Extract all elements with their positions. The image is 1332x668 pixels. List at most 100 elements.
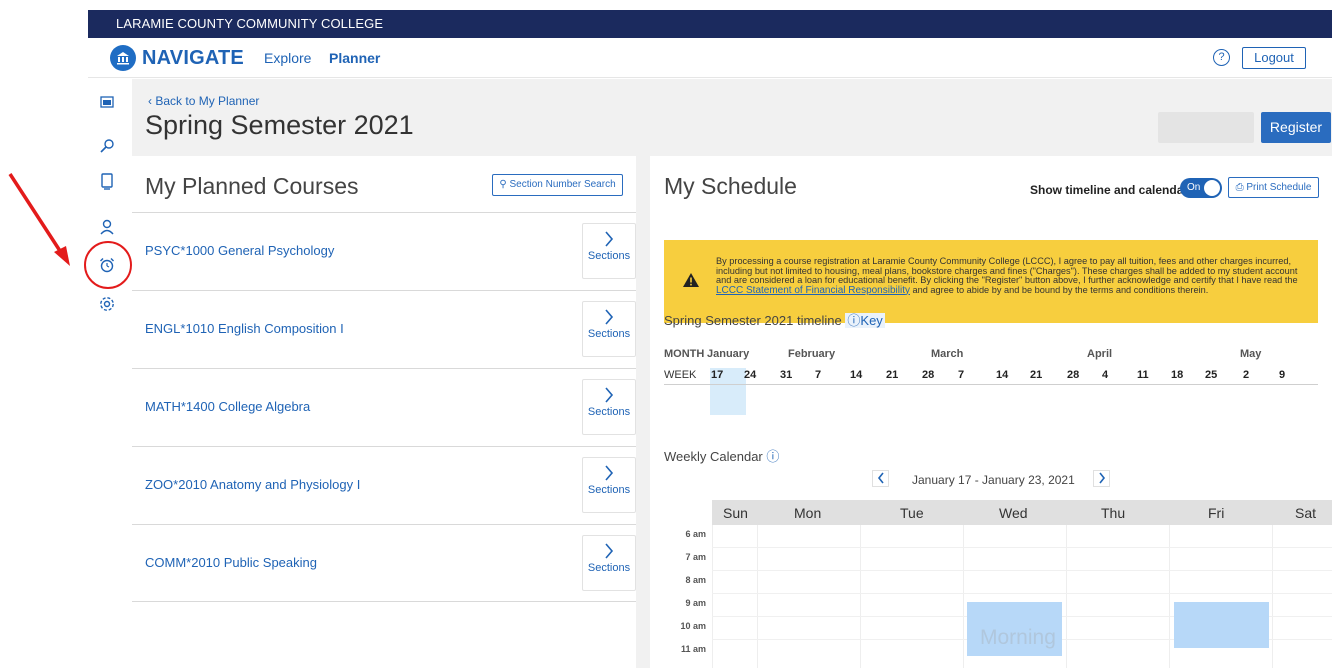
sections-label: Sections: [587, 406, 631, 418]
course-name[interactable]: COMM*2010 Public Speaking: [145, 555, 317, 570]
timeline-week: 4: [1102, 369, 1109, 381]
timeline-title-text: Spring Semester 2021 timeline: [664, 313, 842, 328]
timeline-toggle[interactable]: On: [1180, 178, 1222, 198]
chevron-right-icon: [605, 465, 614, 481]
sections-label: Sections: [587, 484, 631, 496]
register-button[interactable]: Register: [1261, 112, 1331, 143]
sections-label: Sections: [587, 250, 631, 262]
chevron-left-icon: [877, 472, 884, 484]
course-row: ENGL*1010 English Composition I Sections: [132, 290, 636, 368]
sections-button[interactable]: Sections: [582, 379, 636, 435]
print-schedule-button[interactable]: ⎙ Print Schedule: [1228, 177, 1319, 198]
timeline-key-link[interactable]: ⓘKey: [845, 313, 885, 328]
timeline-month: February: [788, 348, 836, 360]
timeline-month: March: [931, 348, 964, 360]
gear-icon[interactable]: [96, 293, 118, 315]
sections-label: Sections: [587, 562, 631, 574]
day-header: Thu: [1101, 505, 1126, 521]
course-name[interactable]: MATH*1400 College Algebra: [145, 399, 310, 414]
timeline-week: 31: [780, 369, 793, 381]
day-header: Fri: [1208, 505, 1225, 521]
toggle-knob: [1204, 180, 1220, 196]
timeline-week: 21: [1030, 369, 1043, 381]
app-name: NAVIGATE: [142, 46, 244, 69]
course-name[interactable]: PSYC*1000 General Psychology: [145, 243, 334, 258]
course-row: PSYC*1000 General Psychology Sections: [132, 212, 636, 290]
section-search-label: Section Number Search: [509, 179, 616, 190]
course-row: MATH*1400 College Algebra Sections: [132, 368, 636, 446]
sections-button[interactable]: Sections: [582, 301, 636, 357]
day-header: Tue: [900, 505, 924, 521]
sections-button[interactable]: Sections: [582, 223, 636, 279]
print-schedule-label: Print Schedule: [1246, 182, 1312, 193]
logout-button[interactable]: Logout: [1242, 47, 1306, 69]
course-row: COMM*2010 Public Speaking Sections: [132, 524, 636, 602]
planned-courses-panel: My Planned Courses ⚲ Section Number Sear…: [132, 156, 636, 668]
nav-planner[interactable]: Planner: [329, 50, 380, 66]
timeline-week: 28: [1067, 369, 1080, 381]
help-icon: ⓘ: [847, 313, 861, 328]
chevron-right-icon: [605, 387, 614, 403]
hour-label: 7 am: [685, 552, 706, 562]
timeline-week: 18: [1171, 369, 1184, 381]
sections-label: Sections: [587, 328, 631, 340]
timeline-week: 25: [1205, 369, 1218, 381]
sections-button[interactable]: Sections: [582, 535, 636, 591]
key-label: Key: [860, 313, 883, 328]
annotation-circle: [84, 241, 132, 289]
left-sidebar: [88, 79, 132, 668]
timeline-week: 28: [922, 369, 935, 381]
timeline-week: 11: [1137, 369, 1149, 381]
week-row-label: WEEK: [664, 369, 697, 381]
help-icon[interactable]: ?: [1213, 49, 1230, 66]
chevron-left-icon: ‹: [148, 94, 152, 108]
book-icon[interactable]: [96, 170, 118, 192]
toggle-state: On: [1187, 182, 1201, 193]
hour-divider: [712, 547, 1332, 548]
month-row-label: MONTH: [664, 348, 705, 360]
college-name: LARAMIE COUNTY COMMUNITY COLLEGE: [116, 16, 384, 31]
financial-responsibility-link[interactable]: LCCC Statement of Financial Responsibili…: [716, 285, 910, 296]
navigate-logo-icon: [110, 45, 136, 71]
day-header: Sun: [723, 505, 748, 521]
my-schedule-panel: My Schedule Show timeline and calendar O…: [650, 156, 1332, 668]
warning-text: By processing a course registration at L…: [716, 256, 1306, 296]
timeline-week: 9: [1279, 369, 1286, 381]
chevron-right-icon: [605, 543, 614, 559]
help-icon[interactable]: ⓘ: [766, 449, 779, 464]
hour-divider: [712, 570, 1332, 571]
timeline-week: 14: [850, 369, 863, 381]
course-name[interactable]: ZOO*2010 Anatomy and Physiology I: [145, 477, 360, 492]
college-banner: LARAMIE COUNTY COMMUNITY COLLEGE: [88, 10, 1332, 38]
day-header: Sat: [1295, 505, 1317, 521]
timeline-week: 14: [996, 369, 1009, 381]
next-week-button[interactable]: [1093, 470, 1110, 487]
nav-explore[interactable]: Explore: [264, 50, 311, 66]
hour-label: 6 am: [685, 529, 706, 539]
person-icon[interactable]: [96, 216, 118, 238]
back-to-planner-link[interactable]: ‹ Back to My Planner: [148, 94, 259, 108]
hour-label: 10 am: [680, 621, 706, 631]
page-title: Spring Semester 2021: [145, 110, 414, 140]
course-row: ZOO*2010 Anatomy and Physiology I Sectio…: [132, 446, 636, 524]
calendar-icon[interactable]: [96, 91, 118, 113]
section-number-search-button[interactable]: ⚲ Section Number Search: [492, 174, 623, 196]
timeline-title: Spring Semester 2021 timeline ⓘKey: [664, 310, 885, 329]
sections-button[interactable]: Sections: [582, 457, 636, 513]
timeline-week: 7: [958, 369, 965, 381]
previous-week-button[interactable]: [872, 470, 889, 487]
my-schedule-title: My Schedule: [664, 173, 797, 199]
fri-class-block[interactable]: [1174, 602, 1269, 648]
search-icon[interactable]: [96, 135, 118, 157]
warning-icon: [683, 273, 699, 287]
hour-label: 9 am: [685, 598, 706, 608]
navigate-logo[interactable]: NAVIGATE: [110, 45, 244, 71]
timeline-divider: [664, 384, 1318, 385]
timeline-month: January: [707, 348, 750, 360]
morning-label: Morning: [980, 626, 1056, 649]
warning-text-end: and agree to abide by and be bound by th…: [909, 284, 1209, 295]
course-name[interactable]: ENGL*1010 English Composition I: [145, 321, 344, 336]
back-link-label: Back to My Planner: [155, 94, 260, 108]
term-status-field: [1158, 112, 1254, 143]
chevron-right-icon: [605, 231, 614, 247]
